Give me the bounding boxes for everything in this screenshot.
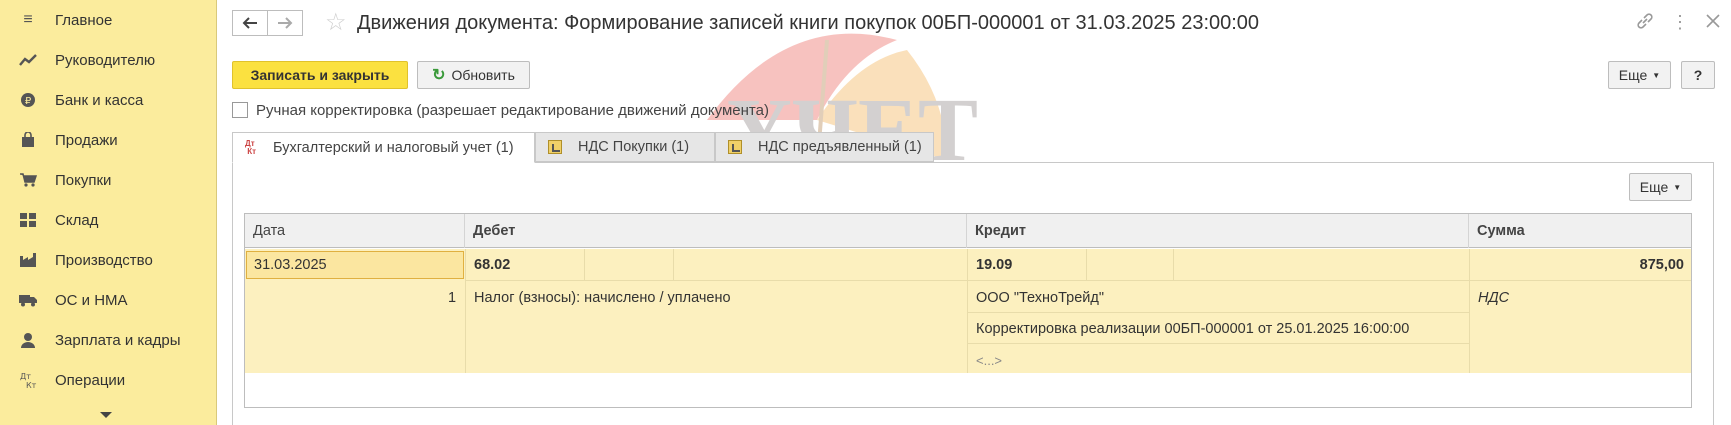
menu-icon: ≡ [23, 11, 33, 28]
register-icon [548, 140, 562, 154]
bag-icon [17, 129, 39, 151]
coin-icon: ₽ [17, 89, 39, 111]
column-header-credit[interactable]: Кредит [967, 214, 1469, 248]
manual-correction-checkbox[interactable] [232, 102, 248, 118]
svg-text:Кт: Кт [26, 381, 37, 389]
dropdown-arrow-icon: ▼ [1652, 70, 1661, 80]
table-header: Дата Дебет Кредит Сумма [245, 214, 1691, 248]
svg-text:₽: ₽ [25, 96, 32, 107]
sidebar: ≡ Главное Руководителю ₽ Банк и касса Пр… [0, 0, 217, 425]
cell-row-number: 1 [448, 290, 457, 306]
sidebar-item-label: Операции [55, 371, 126, 389]
page-title: Движения документа: Формирование записей… [357, 12, 1260, 34]
sidebar-item-salary[interactable]: Зарплата и кадры [0, 320, 217, 360]
column-header-sum[interactable]: Сумма [1469, 214, 1691, 248]
sidebar-item-label: ОС и НМА [55, 291, 128, 309]
tab-label: Бухгалтерский и налоговый учет (1) [273, 139, 514, 156]
cell-credit-document: Корректировка реализации 00БП-000001 от … [976, 321, 1410, 337]
cart-icon [17, 169, 39, 191]
more-label: Еще [1618, 67, 1648, 83]
truck-icon [17, 289, 39, 311]
dropdown-arrow-icon: ▼ [1673, 182, 1682, 192]
sidebar-item-bank[interactable]: ₽ Банк и касса [0, 80, 217, 120]
movements-table: Дата Дебет Кредит Сумма 31.03.2025 1 68.… [244, 213, 1692, 408]
sidebar-item-purchases[interactable]: Покупки [0, 160, 217, 200]
help-button[interactable]: ? [1681, 61, 1715, 89]
warehouse-icon [17, 209, 39, 231]
sidebar-item-label: Склад [55, 211, 99, 229]
register-icon [728, 140, 742, 154]
sidebar-item-sales[interactable]: Продажи [0, 120, 217, 160]
panel-more-button[interactable]: Еще ▼ [1629, 173, 1692, 201]
save-and-close-button[interactable]: Записать и закрыть [232, 61, 408, 89]
more-vert-icon[interactable]: ⋮ [1670, 12, 1690, 33]
column-header-debit[interactable]: Дебет [465, 214, 967, 248]
cell-sum: 875,00 [1639, 257, 1684, 273]
cell-credit-more: <...> [976, 353, 1003, 368]
link-icon[interactable] [1635, 12, 1655, 35]
tab-accounting[interactable]: Дт Кт Бухгалтерский и налоговый учет (1) [232, 132, 535, 163]
refresh-label: Обновить [451, 67, 515, 83]
cell-credit-counterparty: ООО "ТехноТрейд" [976, 290, 1105, 306]
tab-vat-purchases[interactable]: НДС Покупки (1) [535, 132, 715, 162]
column-header-date[interactable]: Дата [245, 214, 465, 248]
cell-credit-account: 19.09 [976, 257, 1013, 273]
sidebar-item-fixed-assets[interactable]: ОС и НМА [0, 280, 217, 320]
sidebar-item-label: Производство [55, 251, 153, 269]
favorite-star-icon[interactable]: ☆ [325, 8, 347, 37]
cell-date: 31.03.2025 [254, 257, 327, 273]
sidebar-item-operations[interactable]: Дт Кт Операции [0, 360, 217, 400]
back-button[interactable] [232, 10, 268, 36]
sidebar-item-label: Руководителю [55, 51, 156, 69]
sidebar-item-main[interactable]: ≡ Главное [0, 0, 217, 40]
dt-kt-icon: Дт Кт [17, 369, 39, 391]
sidebar-item-label: Главное [55, 11, 113, 29]
scroll-down-icon[interactable] [100, 412, 112, 418]
cell-debit-description: Налог (взносы): начислено / уплачено [474, 290, 731, 306]
refresh-icon: ↻ [432, 67, 446, 84]
cell-debit-account: 68.02 [474, 257, 511, 273]
sidebar-item-label: Покупки [55, 171, 112, 189]
tab-label: НДС Покупки (1) [578, 139, 690, 155]
forward-button[interactable] [267, 10, 303, 36]
sidebar-item-warehouse[interactable]: Склад [0, 200, 217, 240]
cell-sum-note: НДС [1478, 290, 1510, 306]
svg-text:Дт: Дт [20, 372, 31, 381]
dt-kt-icon: Дт Кт [245, 138, 257, 156]
close-icon[interactable] [1703, 12, 1723, 33]
trend-icon [17, 49, 39, 71]
app-window: ≡ Главное Руководителю ₽ Банк и касса Пр… [0, 0, 1731, 425]
sidebar-item-production[interactable]: Производство [0, 240, 217, 280]
sidebar-item-label: Продажи [55, 131, 118, 149]
sidebar-item-label: Банк и касса [55, 91, 144, 109]
refresh-button[interactable]: ↻ Обновить [417, 61, 530, 89]
tab-vat-claimed[interactable]: НДС предъявленный (1) [715, 132, 934, 162]
factory-icon [17, 249, 39, 271]
more-button[interactable]: Еще ▼ [1608, 61, 1671, 89]
panel-more-label: Еще [1639, 179, 1669, 195]
person-icon [17, 329, 39, 351]
sidebar-item-manager[interactable]: Руководителю [0, 40, 217, 80]
sidebar-item-label: Зарплата и кадры [55, 331, 181, 349]
manual-correction-label: Ручная корректировка (разрешает редактир… [256, 102, 769, 119]
tab-label: НДС предъявленный (1) [758, 139, 922, 155]
